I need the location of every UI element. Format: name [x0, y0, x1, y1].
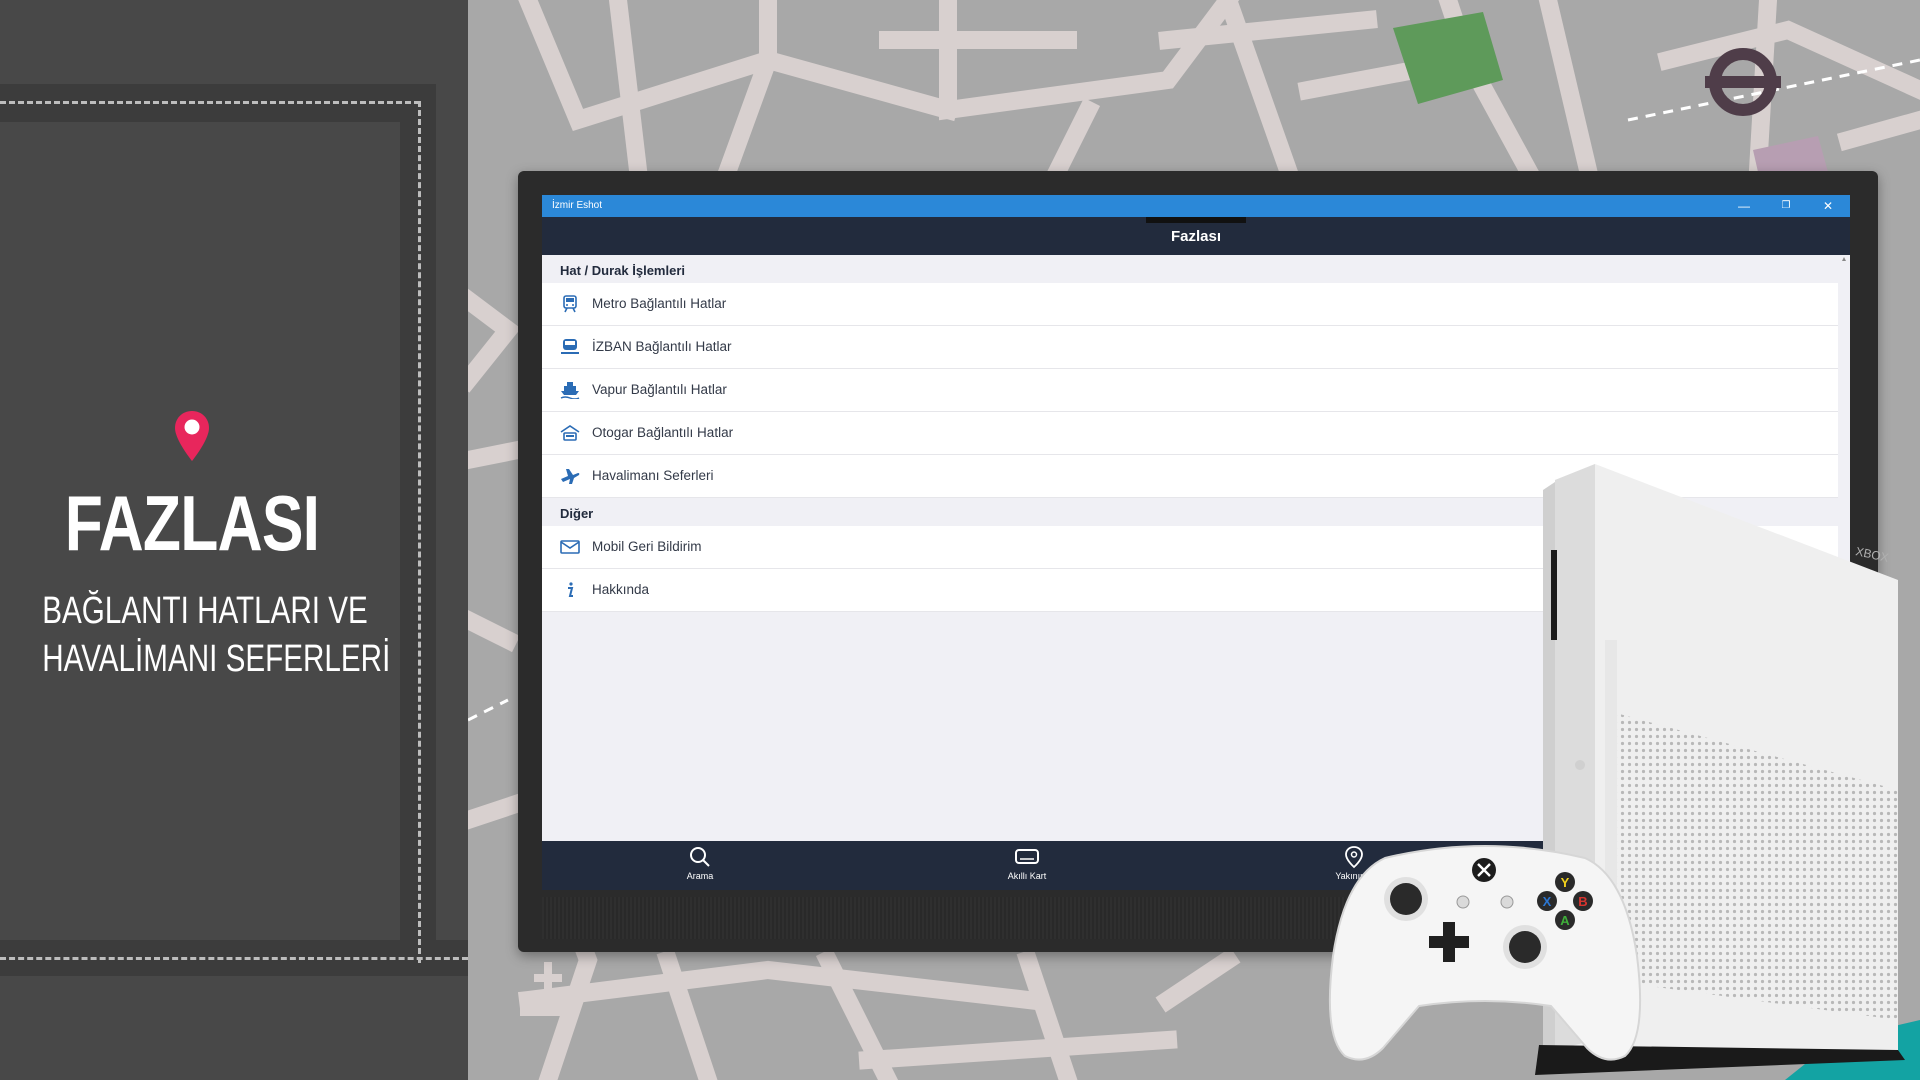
- bus-station-icon: [560, 425, 580, 441]
- b-button-label: B: [1578, 894, 1587, 909]
- list-item-label: İZBAN Bağlantılı Hatlar: [592, 339, 732, 354]
- section-title: Diğer: [560, 506, 594, 521]
- location-pin-icon: [175, 411, 209, 461]
- page-title: Fazlası: [1170, 228, 1222, 245]
- window-title: İzmir Eshot: [552, 200, 603, 211]
- list-item-metro[interactable]: Metro Bağlantılı Hatlar: [542, 283, 1838, 326]
- list-item-label: Metro Bağlantılı Hatlar: [592, 296, 727, 311]
- info-icon: [568, 582, 574, 597]
- section-title: Hat / Durak İşlemleri: [560, 263, 685, 278]
- list-item-label: Vapur Bağlantılı Hatlar: [592, 382, 727, 397]
- road-dashes: [0, 101, 420, 104]
- camera-notch: [1146, 217, 1246, 223]
- a-button-label: A: [1560, 913, 1570, 928]
- section-header: Hat / Durak İşlemleri: [542, 255, 1838, 284]
- airplane-icon: [561, 469, 580, 484]
- ferry-icon: [560, 382, 580, 399]
- nav-label: Arama: [686, 871, 714, 881]
- nav-label: Akıllı Kart: [1007, 871, 1047, 881]
- svg-text:XBOX: XBOX: [1854, 544, 1890, 565]
- list-item-label: Hakkında: [592, 582, 650, 597]
- minimize-button[interactable]: —: [1724, 197, 1764, 215]
- list-item-label: Otogar Bağlantılı Hatlar: [592, 425, 734, 440]
- nav-search[interactable]: Arama: [640, 845, 760, 881]
- game-controller-image: Y X B A: [1328, 845, 1642, 1061]
- close-button[interactable]: ✕: [1808, 197, 1848, 215]
- mail-icon: [560, 540, 580, 554]
- road-dashes: [0, 957, 468, 960]
- promo-title: FAZLASI: [64, 479, 320, 567]
- x-button-label: X: [1543, 894, 1552, 909]
- list-item-label: Mobil Geri Bildirim: [592, 539, 702, 554]
- search-icon: [690, 847, 710, 867]
- promo-panel: FAZLASI BAĞLANTI HATLARI VE HAVALİMANI S…: [0, 0, 468, 1080]
- promo-subtitle-line1: BAĞLANTI HATLARI VE: [42, 590, 368, 632]
- metro-icon: [563, 295, 577, 313]
- promo-subtitle-line2: HAVALİMANI SEFERLERİ: [42, 638, 391, 680]
- window-title-bar: İzmir Eshot — ❐ ✕: [542, 195, 1850, 217]
- y-button-label: Y: [1561, 875, 1570, 890]
- road-dashes: [418, 101, 421, 963]
- list-item-label: Havalimanı Seferleri: [592, 468, 714, 483]
- list-item-izban[interactable]: İZBAN Bağlantılı Hatlar: [542, 326, 1838, 369]
- maximize-button[interactable]: ❐: [1766, 197, 1806, 215]
- list-item-bus-station[interactable]: Otogar Bağlantılı Hatlar: [542, 412, 1838, 455]
- card-icon: [1015, 849, 1039, 864]
- train-icon: [561, 339, 579, 354]
- scrollbar-arrow-icon[interactable]: [1842, 255, 1846, 263]
- nav-card[interactable]: Akıllı Kart: [967, 845, 1087, 881]
- list-item-ferry[interactable]: Vapur Bağlantılı Hatlar: [542, 369, 1838, 412]
